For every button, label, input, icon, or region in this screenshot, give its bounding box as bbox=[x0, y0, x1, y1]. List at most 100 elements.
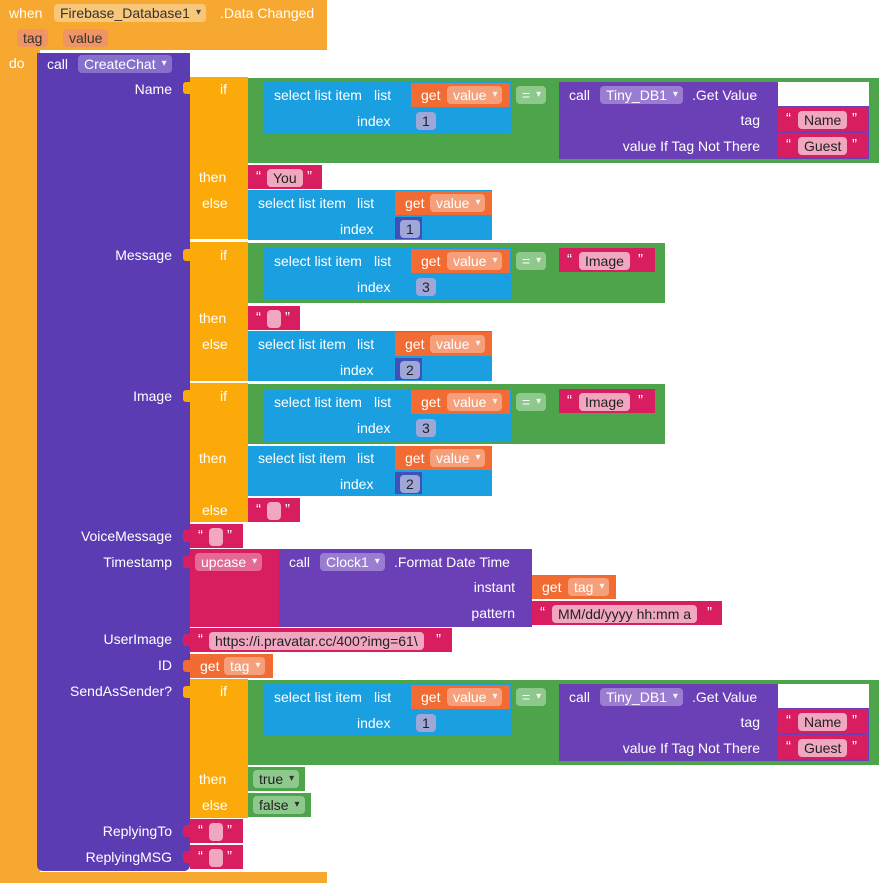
message-get-dropdown[interactable]: value bbox=[447, 252, 503, 270]
timestamp-get-tag-dropdown[interactable]: tag bbox=[568, 578, 610, 596]
procedure-dropdown[interactable]: CreateChat bbox=[78, 55, 172, 73]
sender-tag-string[interactable]: Name bbox=[798, 713, 848, 731]
name-tag-open-quote: “ bbox=[786, 110, 791, 127]
name-index-number[interactable]: 1 bbox=[416, 112, 436, 130]
sender-list-label: list bbox=[374, 689, 392, 705]
sender-fallback-label: value If Tag Not There bbox=[622, 740, 760, 756]
image-get-dropdown[interactable]: value bbox=[447, 393, 503, 411]
sender-tinydb-dropdown[interactable]: Tiny_DB1 bbox=[600, 688, 683, 706]
id-get-tag-dropdown[interactable]: tag bbox=[224, 657, 266, 675]
procedure-call-block[interactable] bbox=[37, 53, 190, 871]
image-index-number[interactable]: 3 bbox=[416, 419, 436, 437]
image-else-empty-string[interactable] bbox=[267, 502, 281, 520]
message-then-close-quote: ” bbox=[285, 309, 290, 326]
message-index-number[interactable]: 3 bbox=[416, 278, 436, 296]
sender-else-label: else bbox=[202, 797, 228, 813]
image-then-list-label: list bbox=[357, 450, 375, 466]
image-list-label: list bbox=[374, 394, 392, 410]
sender-index-number[interactable]: 1 bbox=[416, 714, 436, 732]
name-then-label: then bbox=[199, 169, 227, 185]
name-else-label: else bbox=[202, 195, 228, 211]
message-eq-dropdown[interactable]: = bbox=[516, 252, 547, 270]
timestamp-pattern-open-quote: “ bbox=[540, 604, 545, 621]
image-index-label: index bbox=[357, 420, 391, 436]
sender-get-dropdown[interactable]: value bbox=[447, 688, 503, 706]
message-if-label: if bbox=[220, 247, 227, 263]
socket-label-voice-message: VoiceMessage bbox=[80, 528, 172, 544]
message-get-label: get bbox=[421, 253, 441, 269]
event-do-label: do bbox=[9, 55, 25, 71]
name-guest-open-quote: “ bbox=[786, 136, 791, 153]
replyingto-open-quote: “ bbox=[198, 822, 203, 839]
userimage-close-quote: ” bbox=[436, 631, 441, 648]
message-index-label: index bbox=[357, 279, 391, 295]
name-tag-string[interactable]: Name bbox=[798, 111, 848, 129]
name-guest-close-quote: ” bbox=[852, 136, 857, 153]
image-if-label: if bbox=[220, 388, 227, 404]
voice-open-quote: “ bbox=[198, 527, 203, 544]
name-else-get-dropdown[interactable]: value bbox=[430, 194, 486, 212]
name-fallback-label: value If Tag Not There bbox=[622, 138, 760, 154]
replyingmsg-close-quote: ” bbox=[227, 848, 232, 865]
voice-empty-string[interactable] bbox=[209, 528, 223, 546]
name-eq-dropdown[interactable]: = bbox=[516, 86, 547, 104]
image-then-index-number[interactable]: 2 bbox=[400, 475, 420, 493]
image-eq-dropdown[interactable]: = bbox=[516, 393, 547, 411]
message-then-empty-string[interactable] bbox=[267, 310, 281, 328]
socket-label-image: Image bbox=[133, 388, 172, 404]
timestamp-upcase-dropdown[interactable]: upcase bbox=[195, 553, 263, 571]
message-else-get-dropdown[interactable]: value bbox=[430, 335, 486, 353]
socket-label-send-as-sender: SendAsSender? bbox=[70, 683, 172, 699]
event-param-tag[interactable]: tag bbox=[17, 29, 49, 47]
name-else-get-label: get bbox=[405, 195, 425, 211]
timestamp-pattern-label: pattern bbox=[471, 605, 515, 621]
name-guest-string[interactable]: Guest bbox=[798, 137, 848, 155]
message-else-index-number[interactable]: 2 bbox=[400, 361, 420, 379]
procedure-call-label: call bbox=[47, 56, 69, 72]
replyingmsg-empty-string[interactable] bbox=[209, 849, 223, 867]
message-else-index-label: index bbox=[340, 362, 374, 378]
timestamp-get-label: get bbox=[542, 579, 562, 595]
sender-index-label: index bbox=[357, 715, 391, 731]
event-param-value[interactable]: value bbox=[63, 29, 109, 47]
timestamp-call-label: call bbox=[289, 554, 311, 570]
name-get-value-label: .Get Value bbox=[692, 87, 758, 103]
sender-get-value-label: .Get Value bbox=[692, 689, 758, 705]
socket-label-replying-to: ReplyingTo bbox=[102, 823, 172, 839]
image-then-label: then bbox=[199, 450, 227, 466]
name-then-string[interactable]: You bbox=[267, 169, 303, 187]
message-image-close-quote: ” bbox=[638, 251, 643, 268]
image-get-label: get bbox=[421, 394, 441, 410]
timestamp-clock-dropdown[interactable]: Clock1 bbox=[320, 553, 385, 571]
message-select-label: select list item bbox=[274, 253, 362, 269]
image-then-index-label: index bbox=[340, 476, 374, 492]
name-else-list-label: list bbox=[357, 195, 375, 211]
sender-eq-dropdown[interactable]: = bbox=[516, 688, 547, 706]
userimage-url-string[interactable]: https://i.pravatar.cc/400?img=61\ bbox=[209, 632, 424, 650]
sender-get-label: get bbox=[421, 689, 441, 705]
name-get-value-dropdown[interactable]: value bbox=[447, 86, 503, 104]
name-tag-close-quote: ” bbox=[852, 110, 857, 127]
socket-label-message: Message bbox=[115, 247, 172, 263]
event-when-label: when bbox=[9, 5, 43, 21]
sender-then-label: then bbox=[199, 771, 227, 787]
image-then-get-dropdown[interactable]: value bbox=[430, 449, 486, 467]
sender-true-dropdown[interactable]: true bbox=[253, 770, 300, 788]
event-component-dropdown[interactable]: Firebase_Database1 bbox=[54, 4, 206, 22]
image-image-string[interactable]: Image bbox=[579, 393, 630, 411]
sender-guest-string[interactable]: Guest bbox=[798, 739, 848, 757]
message-image-string[interactable]: Image bbox=[579, 252, 630, 270]
name-if-block[interactable] bbox=[190, 77, 248, 239]
timestamp-pattern-string[interactable]: MM/dd/yyyy hh:mm a bbox=[552, 605, 698, 623]
message-image-open-quote: “ bbox=[567, 251, 572, 268]
name-if-label: if bbox=[220, 81, 227, 97]
sender-tinydb-gap bbox=[778, 684, 869, 708]
replyingto-empty-string[interactable] bbox=[209, 823, 223, 841]
name-else-index-number[interactable]: 1 bbox=[400, 220, 420, 238]
timestamp-pattern-close-quote: ” bbox=[707, 604, 712, 621]
sender-false-dropdown[interactable]: false bbox=[253, 796, 305, 814]
event-name-label: .Data Changed bbox=[220, 5, 315, 21]
message-else-get-label: get bbox=[405, 336, 425, 352]
name-tinydb-dropdown[interactable]: Tiny_DB1 bbox=[600, 86, 683, 104]
message-then-label: then bbox=[199, 310, 227, 326]
